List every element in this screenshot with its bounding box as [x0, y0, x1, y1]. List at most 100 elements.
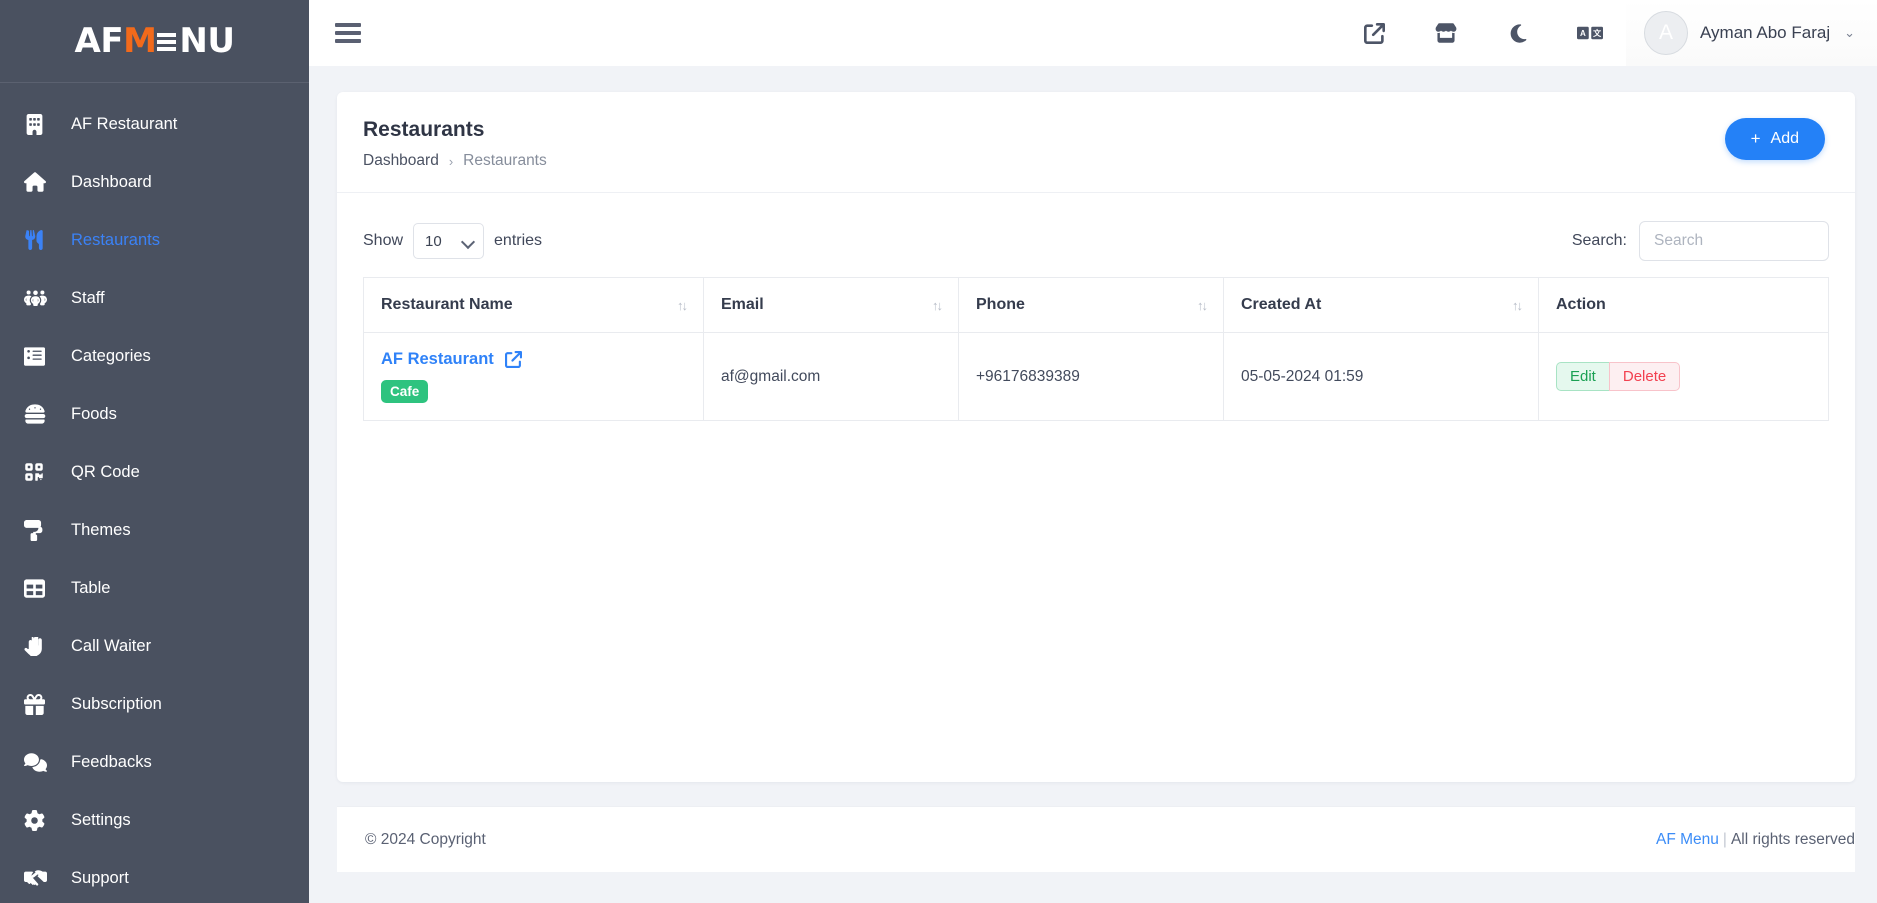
page-title: Restaurants — [363, 118, 485, 141]
utensils-icon — [24, 230, 54, 250]
sidebar-item-support[interactable]: Support — [0, 849, 309, 903]
language-translate-icon[interactable]: A 文 — [1554, 0, 1626, 66]
hamburger-icon[interactable] — [335, 23, 361, 43]
footer-divider: | — [1722, 830, 1727, 848]
sidebar-item-categories[interactable]: Categories — [0, 327, 309, 385]
handshake-icon — [24, 867, 54, 890]
breadcrumb: Dashboard › Restaurants — [363, 152, 547, 170]
table-toolbar: Show 10 25 50 100 entries Search: — [337, 193, 1855, 277]
sidebar-item-label: Table — [71, 578, 111, 597]
sidebar-item-foods[interactable]: Foods — [0, 385, 309, 443]
cell-phone: +96176839389 — [958, 332, 1224, 421]
restaurants-table: Restaurant Name ↑↓ Email ↑↓ Phone ↑↓ Cre… — [363, 277, 1829, 421]
entries-label: entries — [494, 232, 543, 249]
table-row: AF Restaurant Cafe af@gmail.com +9617683… — [363, 332, 1829, 421]
logo-nu: NU — [179, 21, 235, 61]
footer-rights: AF Menu | All rights reserved — [1656, 831, 1855, 849]
sidebar-item-settings[interactable]: Settings — [0, 791, 309, 849]
table-container: Restaurant Name ↑↓ Email ↑↓ Phone ↑↓ Cre… — [337, 277, 1855, 421]
external-link-icon[interactable] — [504, 351, 522, 368]
add-button-label: Add — [1770, 130, 1799, 147]
search-input[interactable] — [1639, 221, 1829, 261]
sidebar-item-af-restaurant[interactable]: AF Restaurant — [0, 95, 309, 153]
svg-text:A: A — [1580, 29, 1586, 38]
footer-brand-link[interactable]: AF Menu — [1656, 831, 1719, 848]
svg-text:文: 文 — [1593, 28, 1602, 38]
sort-icon[interactable]: ↑↓ — [932, 298, 943, 313]
cell-action: Edit Delete — [1538, 332, 1829, 421]
delete-button[interactable]: Delete — [1608, 362, 1681, 391]
column-label: Action — [1556, 296, 1606, 313]
column-header-restaurant-name[interactable]: Restaurant Name ↑↓ — [363, 277, 704, 333]
sidebar-item-table[interactable]: Table — [0, 559, 309, 617]
cell-email: af@gmail.com — [703, 332, 959, 421]
sidebar-item-subscription[interactable]: Subscription — [0, 675, 309, 733]
plus-icon: + — [1750, 129, 1761, 148]
sidebar-item-label: Subscription — [71, 694, 162, 713]
user-menu[interactable]: A Ayman Abo Faraj ⌄ — [1626, 0, 1877, 66]
sidebar-item-label: Feedbacks — [71, 752, 152, 771]
column-header-phone[interactable]: Phone ↑↓ — [958, 277, 1224, 333]
row-actions: Edit Delete — [1556, 362, 1811, 391]
sidebar: AF M NU AF Restaurant Dashboard Restaura… — [0, 0, 309, 903]
sort-icon[interactable]: ↑↓ — [677, 298, 688, 313]
external-link-icon[interactable] — [1338, 0, 1410, 66]
search-label: Search: — [1571, 232, 1627, 249]
footer-rights-text: All rights reserved — [1730, 830, 1855, 848]
sidebar-item-themes[interactable]: Themes — [0, 501, 309, 559]
table-icon — [24, 578, 54, 599]
sidebar-item-label: AF Restaurant — [71, 114, 178, 133]
table-search: Search: — [1572, 221, 1829, 261]
comments-icon — [24, 751, 54, 774]
entries-length-control: Show 10 25 50 100 entries — [363, 223, 542, 259]
sidebar-item-label: Foods — [71, 404, 117, 423]
restaurant-type-badge: Cafe — [381, 380, 429, 403]
table-body: AF Restaurant Cafe af@gmail.com +9617683… — [363, 332, 1829, 421]
show-label: Show — [363, 232, 404, 249]
column-label: Email — [721, 296, 764, 313]
restaurants-card: Restaurants Dashboard › Restaurants + Ad… — [337, 92, 1855, 782]
main-area: A 文 A Ayman Abo Faraj ⌄ Restaurants Dash… — [309, 0, 1877, 903]
breadcrumb-current: Restaurants — [463, 152, 547, 169]
store-icon[interactable] — [1410, 0, 1482, 66]
topbar-actions: A 文 A Ayman Abo Faraj ⌄ — [1338, 0, 1877, 66]
sort-icon[interactable]: ↑↓ — [1197, 298, 1208, 313]
sidebar-item-call-waiter[interactable]: Call Waiter — [0, 617, 309, 675]
sidebar-nav: AF Restaurant Dashboard Restaurants Staf… — [0, 83, 309, 903]
restaurant-name-link[interactable]: AF Restaurant — [381, 350, 494, 369]
users-icon — [24, 287, 54, 310]
footer: © 2024 Copyright AF Menu | All rights rese… — [337, 806, 1855, 872]
entries-select[interactable]: 10 25 50 100 — [413, 223, 485, 259]
sidebar-item-label: QR Code — [71, 462, 140, 481]
sidebar-item-label: Dashboard — [71, 172, 152, 191]
avatar: A — [1644, 11, 1688, 55]
cell-created-at: 05-05-2024 01:59 — [1223, 332, 1539, 421]
edit-button[interactable]: Edit — [1556, 362, 1609, 391]
list-icon — [24, 346, 54, 367]
sidebar-item-feedbacks[interactable]: Feedbacks — [0, 733, 309, 791]
logo-e-icon — [157, 33, 177, 51]
gear-icon — [24, 809, 54, 831]
home-icon — [24, 171, 54, 193]
column-header-email[interactable]: Email ↑↓ — [703, 277, 959, 333]
sort-icon[interactable]: ↑↓ — [1512, 298, 1523, 313]
sidebar-item-label: Support — [71, 868, 129, 887]
sidebar-item-label: Settings — [71, 810, 131, 829]
sidebar-item-dashboard[interactable]: Dashboard — [0, 153, 309, 211]
chevron-down-icon: ⌄ — [1844, 25, 1855, 40]
sidebar-item-restaurants[interactable]: Restaurants — [0, 211, 309, 269]
breadcrumb-separator-icon: › — [448, 153, 454, 169]
breadcrumb-dashboard[interactable]: Dashboard — [363, 152, 439, 170]
column-header-created-at[interactable]: Created At ↑↓ — [1223, 277, 1539, 333]
sidebar-item-qr-code[interactable]: QR Code — [0, 443, 309, 501]
card-header: Restaurants Dashboard › Restaurants + Ad… — [337, 92, 1855, 193]
brand-logo[interactable]: AF M NU — [0, 0, 309, 83]
sidebar-item-staff[interactable]: Staff — [0, 269, 309, 327]
qrcode-icon — [24, 462, 54, 482]
moon-icon[interactable] — [1482, 0, 1554, 66]
sidebar-item-label: Themes — [71, 520, 131, 539]
sidebar-item-label: Categories — [71, 346, 151, 365]
add-button[interactable]: + Add — [1724, 118, 1825, 160]
hand-icon — [24, 636, 54, 656]
sidebar-item-label: Restaurants — [71, 230, 160, 249]
